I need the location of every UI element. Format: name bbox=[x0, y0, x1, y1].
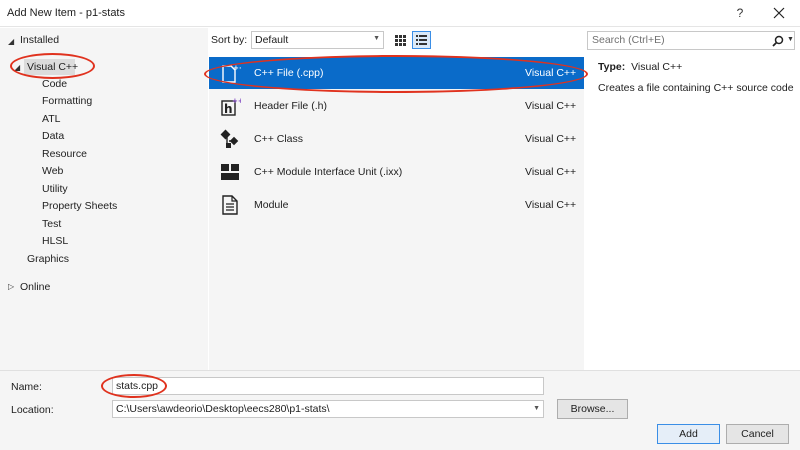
help-button[interactable]: ? bbox=[726, 4, 754, 24]
cpp-class-icon bbox=[220, 129, 239, 148]
template-row-header-file[interactable]: h ++ Header File (.h) Visual C++ bbox=[209, 90, 584, 122]
tree-item-property-sheets[interactable]: Property Sheets bbox=[42, 200, 117, 212]
chevron-down-icon[interactable]: ▼ bbox=[533, 405, 540, 412]
template-row-module-interface[interactable]: C++ Module Interface Unit (.ixx) Visual … bbox=[209, 156, 584, 188]
module-interface-icon bbox=[221, 164, 239, 180]
tree-item-visual-cpp[interactable]: Visual C++ bbox=[27, 61, 78, 73]
tree-item-web[interactable]: Web bbox=[42, 165, 63, 177]
tree-item-formatting[interactable]: Formatting bbox=[42, 95, 92, 107]
template-description: Creates a file containing C++ source cod… bbox=[598, 82, 794, 94]
location-field[interactable]: ▼ bbox=[112, 400, 544, 418]
tree-item-atl[interactable]: ATL bbox=[42, 113, 60, 125]
chevron-down-icon: ▼ bbox=[373, 35, 380, 42]
template-name: C++ Class bbox=[254, 133, 304, 145]
tree-item-code[interactable]: Code bbox=[42, 78, 67, 90]
tree-item-utility[interactable]: Utility bbox=[42, 183, 68, 195]
type-value: Visual C++ bbox=[631, 61, 683, 73]
template-row-cpp-class[interactable]: C++ Class Visual C++ bbox=[209, 123, 584, 155]
template-name: C++ File (.cpp) bbox=[254, 67, 324, 79]
add-button[interactable]: Add bbox=[657, 424, 720, 444]
svg-text:++: ++ bbox=[232, 97, 241, 105]
template-type: Type: Visual C++ bbox=[598, 61, 682, 73]
tree-item-data[interactable]: Data bbox=[42, 130, 64, 142]
search-options-dropdown[interactable]: ▼ bbox=[787, 36, 794, 43]
search-input[interactable] bbox=[588, 32, 758, 48]
category-tree bbox=[0, 28, 208, 370]
sort-select[interactable]: Default ▼ bbox=[251, 31, 384, 49]
close-icon bbox=[773, 7, 785, 19]
template-row-cpp-file[interactable]: ++ C++ File (.cpp) Visual C++ bbox=[209, 57, 584, 89]
tree-item-resource[interactable]: Resource bbox=[42, 148, 87, 160]
template-language: Visual C++ bbox=[525, 199, 577, 211]
window-title: Add New Item - p1-stats bbox=[7, 7, 125, 19]
tree-item-installed[interactable]: Installed bbox=[20, 34, 59, 46]
name-field[interactable] bbox=[112, 377, 544, 395]
template-row-module[interactable]: Module Visual C++ bbox=[209, 189, 584, 221]
tree-item-graphics[interactable]: Graphics bbox=[27, 253, 69, 265]
template-name: Header File (.h) bbox=[254, 100, 327, 112]
module-icon bbox=[222, 195, 238, 215]
location-label: Location: bbox=[11, 404, 54, 416]
svg-text:++: ++ bbox=[233, 64, 241, 72]
template-language: Visual C++ bbox=[525, 67, 577, 79]
expand-visual-cpp-icon[interactable]: ◢ bbox=[14, 63, 20, 72]
grid-view-button[interactable] bbox=[391, 31, 410, 49]
browse-button[interactable]: Browse... bbox=[557, 399, 628, 419]
template-name: Module bbox=[254, 199, 289, 211]
list-view-icon bbox=[416, 35, 427, 45]
template-language: Visual C++ bbox=[525, 100, 577, 112]
search-icon bbox=[772, 35, 784, 47]
title-bar: Add New Item - p1-stats ? bbox=[0, 0, 800, 27]
grid-view-icon bbox=[395, 35, 406, 46]
close-button[interactable] bbox=[764, 3, 794, 23]
name-label: Name: bbox=[11, 381, 42, 393]
location-input[interactable] bbox=[113, 401, 523, 417]
sort-label: Sort by: bbox=[211, 34, 248, 46]
sort-value: Default bbox=[255, 34, 289, 46]
details-pane bbox=[585, 28, 800, 370]
search-box[interactable]: ▼ bbox=[587, 31, 795, 50]
type-label: Type: bbox=[598, 61, 626, 73]
cancel-button[interactable]: Cancel bbox=[726, 424, 789, 444]
expand-installed-icon[interactable]: ◢ bbox=[8, 37, 14, 46]
template-language: Visual C++ bbox=[525, 166, 577, 178]
cpp-file-icon: ++ bbox=[222, 64, 241, 83]
template-language: Visual C++ bbox=[525, 133, 577, 145]
header-file-icon: h ++ bbox=[221, 97, 241, 116]
tree-item-test[interactable]: Test bbox=[42, 218, 61, 230]
tree-item-hlsl[interactable]: HLSL bbox=[42, 235, 68, 247]
tree-item-online[interactable]: Online bbox=[20, 281, 50, 293]
name-input[interactable] bbox=[113, 378, 543, 394]
list-view-button[interactable] bbox=[412, 31, 431, 49]
expand-online-icon[interactable]: ▷ bbox=[8, 282, 14, 291]
template-name: C++ Module Interface Unit (.ixx) bbox=[254, 166, 403, 178]
